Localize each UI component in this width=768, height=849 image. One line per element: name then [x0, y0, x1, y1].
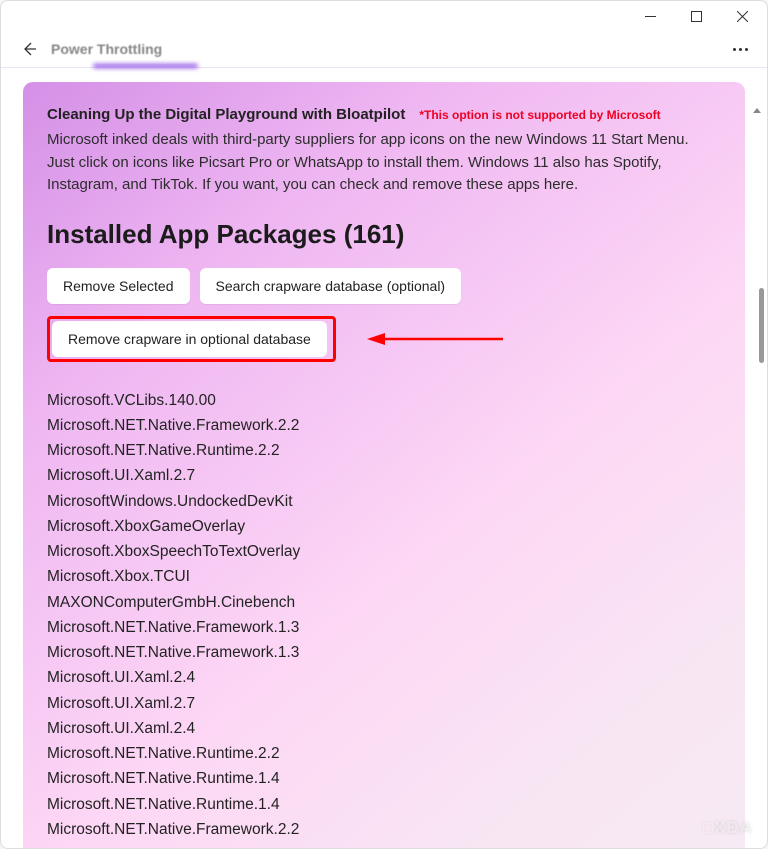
scrollbar[interactable]	[757, 108, 765, 849]
content-area: Cleaning Up the Digital Playground with …	[1, 68, 767, 849]
search-database-button[interactable]: Search crapware database (optional)	[200, 268, 462, 304]
remove-crapware-button[interactable]: Remove crapware in optional database	[52, 321, 327, 357]
card-description: Microsoft inked deals with third-party s…	[47, 129, 707, 197]
window-titlebar	[1, 1, 767, 31]
list-item[interactable]: Microsoft.UI.Xaml.2.7	[47, 691, 721, 716]
card-heading: Cleaning Up the Digital Playground with …	[47, 106, 405, 123]
list-item[interactable]: Microsoft.VCLibs.140.00	[47, 388, 721, 413]
list-item[interactable]: Microsoft.NET.Native.Framework.2.2	[47, 817, 721, 842]
list-item[interactable]: Microsoft.XboxGameOverlay	[47, 514, 721, 539]
annotation-highlight-box: Remove crapware in optional database	[47, 316, 336, 362]
close-button[interactable]	[719, 1, 765, 31]
toolbar: Power Throttling	[1, 31, 767, 68]
list-item[interactable]: Microsoft.NET.Native.Runtime.2.2	[47, 741, 721, 766]
bloatpilot-card: Cleaning Up the Digital Playground with …	[23, 82, 745, 849]
overflow-menu-button[interactable]	[723, 34, 757, 64]
maximize-button[interactable]	[673, 1, 719, 31]
watermark: □XDA	[703, 818, 753, 838]
list-item[interactable]: Microsoft.NET.Native.Runtime.1.4	[47, 766, 721, 791]
list-item[interactable]: Microsoft.Xbox.TCUI	[47, 564, 721, 589]
list-item[interactable]: Microsoft.NET.Native.Runtime.2.2	[47, 438, 721, 463]
package-list: Microsoft.VCLibs.140.00Microsoft.NET.Nat…	[47, 388, 721, 843]
list-item[interactable]: Microsoft.UI.Xaml.2.4	[47, 716, 721, 741]
highlighted-button-wrap: Remove crapware in optional database	[47, 316, 336, 362]
annotation-arrow-icon	[365, 329, 505, 349]
list-item[interactable]: MAXONComputerGmbH.Cinebench	[47, 590, 721, 615]
list-item[interactable]: Microsoft.XboxSpeechToTextOverlay	[47, 539, 721, 564]
breadcrumb: Power Throttling	[51, 41, 162, 57]
list-item[interactable]: Microsoft.NET.Native.Framework.2.2	[47, 413, 721, 438]
section-title: Installed App Packages (161)	[47, 219, 721, 250]
back-icon[interactable]	[21, 41, 37, 57]
app-window: Power Throttling Cleaning Up the Digital…	[0, 0, 768, 849]
minimize-button[interactable]	[627, 1, 673, 31]
list-item[interactable]: Microsoft.NET.Native.Framework.1.3	[47, 640, 721, 665]
list-item[interactable]: Microsoft.UI.Xaml.2.7	[47, 463, 721, 488]
remove-selected-button[interactable]: Remove Selected	[47, 268, 190, 304]
scrollbar-thumb[interactable]	[759, 288, 764, 363]
list-item[interactable]: Microsoft.UI.Xaml.2.4	[47, 665, 721, 690]
list-item[interactable]: Microsoft.NET.Native.Framework.1.3	[47, 615, 721, 640]
warning-text: *This option is not supported by Microso…	[419, 108, 660, 122]
list-item[interactable]: Microsoft.NET.Native.Runtime.1.4	[47, 792, 721, 817]
button-row: Remove Selected Search crapware database…	[47, 268, 721, 304]
list-item[interactable]: MicrosoftWindows.UndockedDevKit	[47, 489, 721, 514]
